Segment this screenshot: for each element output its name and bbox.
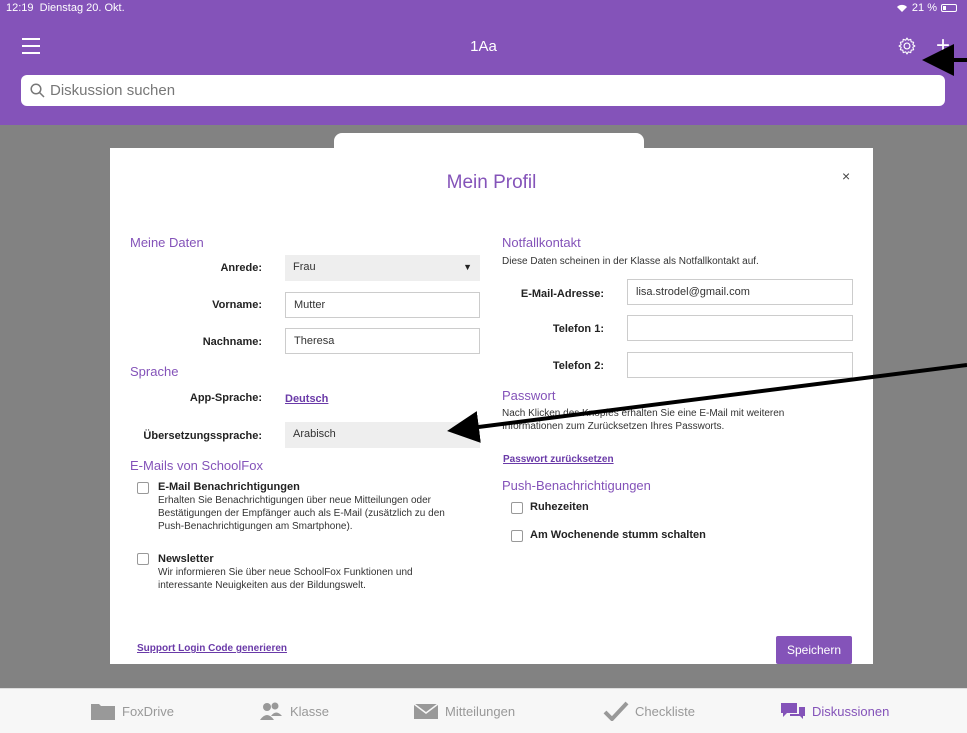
tab-checkliste[interactable]: Checkliste (603, 701, 695, 721)
people-icon (260, 702, 282, 720)
search-icon (30, 83, 45, 98)
email-notifications-desc: Erhalten Sie Benachrichtigungen über neu… (158, 494, 445, 533)
telefon1-label: Telefon 1: (552, 323, 604, 335)
uebersetzung-value: Arabisch (293, 428, 336, 440)
desc-line: Informationen zum Zurücksetzen Ihres Pas… (502, 421, 725, 432)
vorname-field[interactable]: Mutter (285, 292, 480, 318)
tab-label: Klasse (290, 703, 330, 719)
save-button[interactable]: Speichern (776, 636, 852, 664)
desc-line: interessante Neuigkeiten aus der Bildung… (158, 580, 366, 591)
date-text: Dienstag 20. Okt. (39, 2, 125, 14)
nachname-label: Nachname: (202, 336, 262, 348)
caret-down-icon: ▼ (463, 429, 472, 439)
telefon2-field[interactable] (627, 352, 853, 378)
tab-mitteilungen[interactable]: Mitteilungen (413, 701, 515, 721)
desc-line: Push-Benachrichtigungen am Smartphone). (158, 521, 353, 532)
desc-line: Nach Klicken des Knopfes erhalten Sie ei… (502, 408, 785, 419)
gear-icon[interactable] (897, 36, 917, 56)
anrede-select[interactable]: Frau ▼ (285, 255, 480, 281)
envelope-icon (413, 703, 439, 719)
support-login-link[interactable]: Support Login Code generieren (137, 643, 287, 654)
section-meine-daten: Meine Daten (130, 235, 204, 250)
email-field[interactable]: lisa.strodel@gmail.com (627, 279, 853, 305)
telefon1-field[interactable] (627, 315, 853, 341)
section-notfallkontakt: Notfallkontakt (502, 235, 581, 250)
tab-label: Checkliste (635, 703, 695, 719)
app-sprache-label: App-Sprache: (189, 392, 262, 404)
nachname-field[interactable]: Theresa (285, 328, 480, 354)
status-bar: 12:19 Dienstag 20. Okt. 21 % (0, 0, 967, 18)
search-input[interactable] (50, 82, 930, 99)
notfall-desc: Diese Daten scheinen in der Klasse als N… (502, 256, 759, 267)
battery-percent: 21 % (911, 2, 937, 14)
chat-bubbles-icon (781, 703, 805, 719)
tab-label: FoxDrive (122, 703, 175, 719)
ruhezeiten-label: Ruhezeiten (530, 501, 589, 513)
add-button[interactable]: + (936, 34, 950, 58)
newsletter-title: Newsletter (158, 553, 214, 565)
newsletter-desc: Wir informieren Sie über neue SchoolFox … (158, 566, 413, 592)
passwort-reset-link[interactable]: Passwort zurücksetzen (503, 454, 614, 465)
newsletter-checkbox[interactable] (137, 553, 149, 565)
uebersetzung-label: Übersetzungssprache: (143, 430, 262, 442)
email-notifications-title: E-Mail Benachrichtigungen (158, 481, 300, 493)
status-time: 12:19 Dienstag 20. Okt. (6, 2, 125, 14)
tab-klasse[interactable]: Klasse (258, 701, 329, 721)
email-label: E-Mail-Adresse: (520, 288, 604, 300)
tab-diskussionen[interactable]: Diskussionen (780, 701, 889, 721)
section-emails: E-Mails von SchoolFox (130, 458, 263, 473)
close-icon[interactable]: × (842, 168, 850, 184)
wifi-icon (896, 4, 907, 12)
anrede-label: Anrede: (220, 262, 262, 274)
nav-title: 1Aa (470, 38, 497, 55)
section-sprache: Sprache (130, 364, 179, 379)
folder-icon (91, 704, 115, 720)
modal-title: Mein Profil (446, 172, 537, 193)
checkmark-icon (603, 701, 629, 721)
email-notifications-checkbox[interactable] (137, 482, 149, 494)
tab-bar: FoxDrive Klasse Mitteilungen Checkliste … (0, 688, 967, 733)
section-passwort: Passwort (502, 388, 556, 403)
caret-down-icon: ▼ (463, 262, 472, 272)
tab-foxdrive[interactable]: FoxDrive (90, 701, 174, 721)
wochenende-checkbox[interactable] (511, 530, 523, 542)
passwort-desc: Nach Klicken des Knopfes erhalten Sie ei… (502, 407, 784, 433)
desc-line: Erhalten Sie Benachrichtigungen über neu… (158, 495, 431, 506)
ruhezeiten-checkbox[interactable] (511, 502, 523, 514)
section-push: Push-Benachrichtigungen (502, 478, 651, 493)
wochenende-label: Am Wochenende stumm schalten (530, 529, 706, 541)
anrede-value: Frau (293, 261, 316, 273)
clock-text: 12:19 (6, 2, 34, 14)
nav-bar: 1Aa + (0, 18, 967, 125)
tab-label: Diskussionen (812, 703, 890, 719)
vorname-label: Vorname: (212, 299, 262, 311)
search-bar[interactable] (21, 75, 945, 106)
desc-line: Bestätigungen der Empfänger auch als E-M… (158, 508, 445, 519)
telefon2-label: Telefon 2: (552, 360, 604, 372)
status-right: 21 % (896, 2, 957, 14)
app-sprache-link[interactable]: Deutsch (285, 393, 328, 405)
uebersetzung-select[interactable]: Arabisch ▼ (285, 422, 480, 448)
desc-line: Wir informieren Sie über neue SchoolFox … (158, 567, 413, 578)
profile-modal: Mein Profil × Meine Daten Anrede: Frau ▼… (110, 148, 873, 664)
battery-icon (941, 4, 957, 12)
tab-label: Mitteilungen (445, 703, 516, 719)
